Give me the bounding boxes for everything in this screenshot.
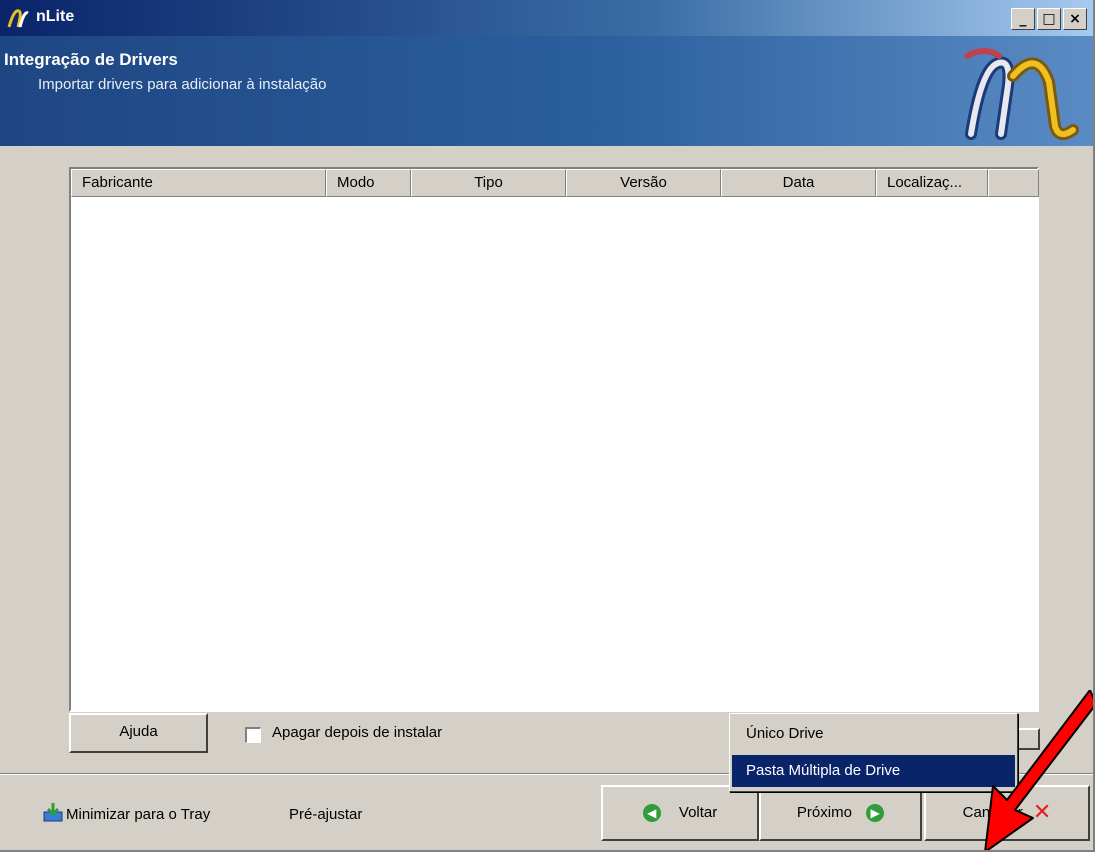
app-logo-icon [7,9,29,28]
page-title: Integração de Drivers [4,50,178,69]
column-header-versao[interactable]: Versão [566,169,721,197]
column-header-fabricante[interactable]: Fabricante [71,169,326,197]
column-header-modo[interactable]: Modo [326,169,411,197]
maximize-button[interactable]: □ [1037,8,1061,30]
column-header-data[interactable]: Data [721,169,876,197]
window-title: nLite [36,8,75,25]
title-bar[interactable]: nLite _ □ × [0,0,1093,36]
list-body[interactable] [71,197,1037,710]
minimize-to-tray-link[interactable]: Minimizar para o Tray [66,806,210,823]
menu-item-single-driver[interactable]: Único Drive [732,718,1015,750]
menu-item-multiple-driver-folder[interactable]: Pasta Múltipla de Drive [732,755,1015,787]
header-banner: Integração de Drivers Importar drivers p… [0,36,1093,146]
close-button[interactable]: × [1063,8,1087,30]
next-button[interactable]: Próximo ▶ [759,785,922,841]
column-header-tipo[interactable]: Tipo [411,169,566,197]
next-button-label: Próximo [796,804,852,821]
delete-after-install-checkbox[interactable] [245,727,261,743]
column-header-filler [988,169,1039,197]
help-button[interactable]: Ajuda [69,713,208,753]
drivers-list[interactable]: Fabricante Modo Tipo Versão Data Localiz… [69,167,1039,712]
back-button[interactable]: ◀ Voltar [601,785,759,841]
help-button-label: Ajuda [119,723,158,740]
back-button-label: Voltar [678,804,718,821]
preset-link[interactable]: Pré-ajustar [289,806,362,823]
annotation-arrow-icon [984,690,1093,850]
minimize-button[interactable]: _ [1011,8,1035,30]
page-subtitle: Importar drivers para adicionar à instal… [38,76,327,93]
nlite-logo-icon [964,48,1079,141]
column-header-localizacao[interactable]: Localizaç... [876,169,988,197]
delete-after-install-label[interactable]: Apagar depois de instalar [272,724,442,741]
list-header: Fabricante Modo Tipo Versão Data Localiz… [71,169,1039,197]
tray-icon [43,803,63,822]
nlite-window: nLite _ □ × Integração de Drivers Import… [0,0,1095,852]
arrow-left-icon: ◀ [642,804,661,823]
arrow-right-icon: ▶ [866,804,885,823]
